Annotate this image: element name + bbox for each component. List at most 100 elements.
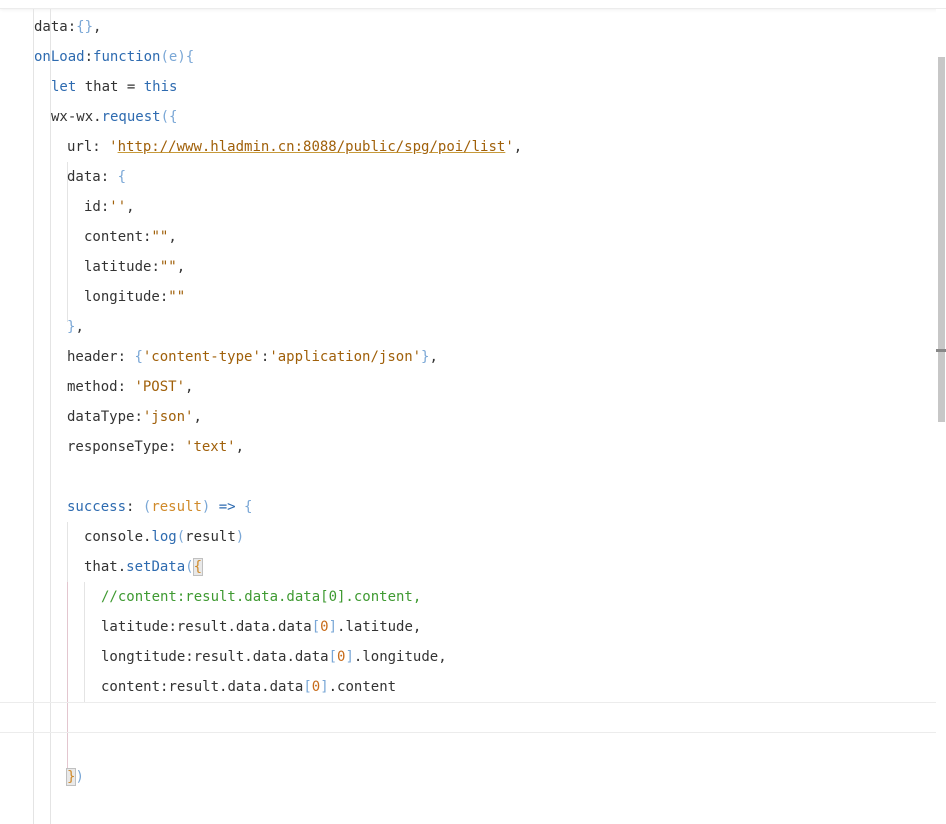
code-token: { (185, 49, 195, 65)
code-token: , (75, 319, 84, 335)
code-token: , (193, 409, 202, 425)
code-line[interactable]: header: {'content-type':'application/jso… (67, 342, 438, 372)
code-token: ( (185, 559, 194, 575)
code-token: content (101, 679, 161, 695)
code-token: request (101, 109, 161, 125)
code-token: , (185, 379, 194, 395)
code-line[interactable]: wx-wx.request({ (51, 102, 177, 132)
code-token: 0 (311, 679, 321, 695)
code-token: ] (345, 649, 354, 665)
code-token: onLoad (34, 49, 85, 65)
code-line[interactable]: }, (67, 312, 84, 342)
code-token: , (235, 439, 245, 455)
indent-guide (67, 522, 68, 582)
code-token: : (134, 409, 143, 425)
code-token: log (151, 529, 177, 545)
scroll-position-marker (936, 349, 946, 352)
code-token: 'POST' (134, 379, 186, 395)
code-token: 'text' (185, 439, 236, 455)
code-token: setData (126, 559, 186, 575)
code-line[interactable]: let that = this (51, 72, 177, 102)
code-line[interactable]: id:'', (84, 192, 135, 222)
code-token: , (429, 349, 438, 365)
code-token: latitude (84, 259, 152, 275)
code-token: ) (177, 49, 186, 65)
code-token: , (93, 19, 102, 35)
code-line[interactable]: }) (65, 762, 84, 792)
code-token: .longitude, (353, 649, 447, 665)
code-token: dataType (67, 409, 135, 425)
code-token: console. (84, 529, 152, 545)
code-token: : (92, 139, 110, 155)
code-token: 'content-type' (142, 349, 261, 365)
code-line[interactable]: dataType:'json', (67, 402, 202, 432)
code-token: data (34, 19, 68, 35)
code-token: : (126, 499, 143, 515)
code-line[interactable]: content:result.data.data[0].content (101, 672, 396, 702)
code-token: http://www.hladmin.cn:8088/public/spg/po… (117, 139, 506, 155)
vertical-scrollbar[interactable] (936, 9, 946, 824)
code-token: :result.data.data (185, 649, 329, 665)
code-token: { (244, 499, 253, 515)
code-token: longitude (84, 289, 160, 305)
code-token: let (51, 79, 77, 95)
code-line[interactable]: method: 'POST', (67, 372, 193, 402)
code-line[interactable]: that.setData({ (84, 552, 204, 582)
code-token: content (84, 229, 144, 245)
code-line[interactable]: success: (result) => { (67, 492, 252, 522)
code-token: [ (328, 649, 338, 665)
code-token: url (67, 139, 93, 155)
code-token: :result.data.data (168, 619, 312, 635)
code-token: : (117, 379, 135, 395)
code-line[interactable]: responseType: 'text', (67, 432, 244, 462)
code-line[interactable]: longitude:"" (84, 282, 185, 312)
code-token: .latitude, (337, 619, 422, 635)
code-line[interactable]: latitude:"", (84, 252, 185, 282)
code-token: header (67, 349, 118, 365)
code-token: result (151, 499, 202, 515)
code-token: {} (76, 19, 94, 35)
code-token: longtitude (101, 649, 186, 665)
code-line[interactable]: data:{}, (34, 12, 101, 42)
code-token: this (143, 79, 178, 95)
indent-guide (84, 582, 85, 702)
code-token: id (84, 199, 101, 215)
scrollbar-thumb[interactable] (938, 57, 945, 422)
code-token: ' (505, 139, 514, 155)
code-token: 'application/json' (269, 349, 422, 365)
code-line[interactable]: url: 'http://www.hladmin.cn:8088/public/… (67, 132, 522, 162)
code-token: that. (84, 559, 127, 575)
editor-top-bar (0, 0, 946, 9)
code-token: : (67, 19, 77, 35)
code-editor[interactable]: data:{}, onLoad:function(e){let that = th… (0, 9, 936, 824)
code-line[interactable]: console.log(result) (84, 522, 244, 552)
code-token: { (117, 169, 127, 185)
code-token: : (100, 169, 118, 185)
code-token: latitude (101, 619, 169, 635)
code-line[interactable]: data: { (67, 162, 126, 192)
code-token: 'json' (142, 409, 194, 425)
code-line[interactable]: longtitude:result.data.data[0].longitude… (101, 642, 447, 672)
code-token: data (67, 169, 101, 185)
code-token: ) (235, 529, 245, 545)
code-line[interactable]: content:"", (84, 222, 177, 252)
code-token: '' (109, 199, 127, 215)
code-line[interactable]: //content:result.data.data[0].content, (101, 582, 421, 612)
code-token: "" (159, 259, 177, 275)
code-line[interactable]: latitude:result.data.data[0].latitude, (101, 612, 421, 642)
code-token: ({ (160, 109, 178, 125)
current-line-highlight (0, 702, 936, 733)
code-token: => (210, 499, 245, 515)
code-token: that (76, 79, 127, 95)
code-line[interactable]: onLoad:function(e){ (34, 42, 194, 72)
code-token: ) (75, 769, 84, 785)
code-token: result (185, 529, 236, 545)
code-token: function (93, 49, 161, 65)
code-token: ( (176, 529, 186, 545)
code-token: , (168, 229, 177, 245)
bracket-guide (67, 582, 68, 769)
code-token: : (117, 349, 135, 365)
code-token: ( (160, 49, 169, 65)
code-token: , (126, 199, 135, 215)
